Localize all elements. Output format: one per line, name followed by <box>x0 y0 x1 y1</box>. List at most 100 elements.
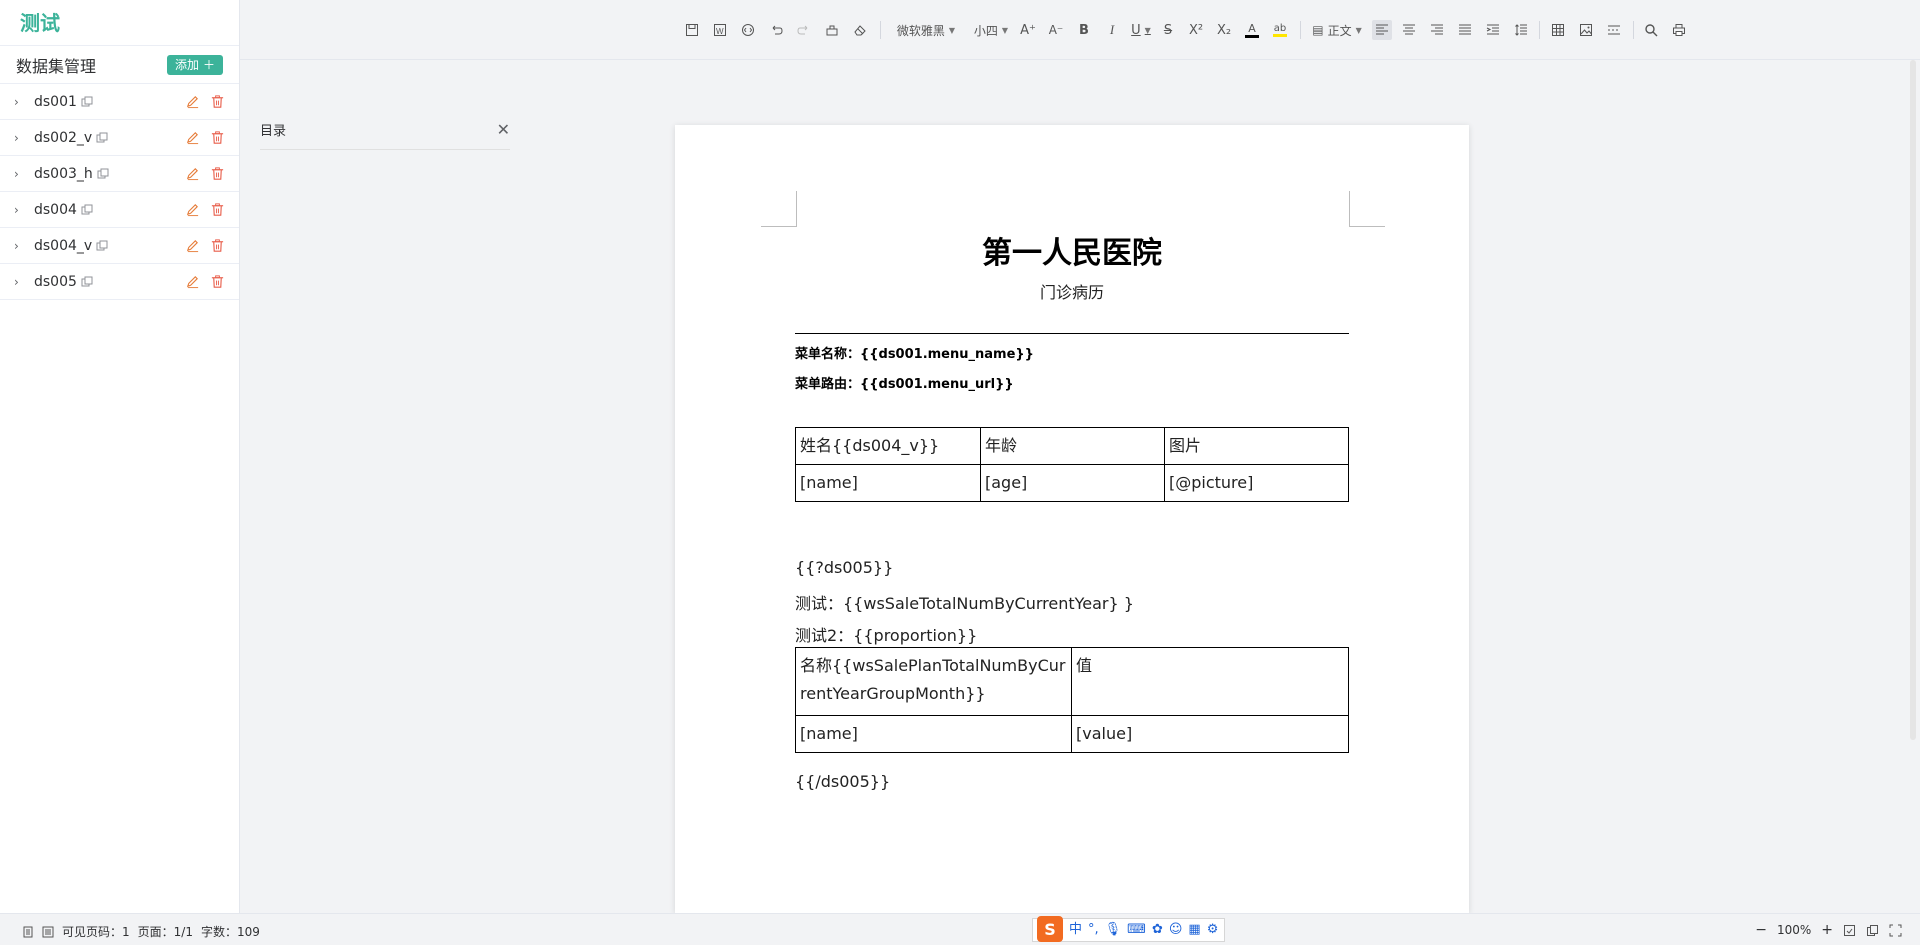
skin-icon[interactable]: ✿ <box>1152 922 1163 938</box>
dataset-item[interactable]: › ds004 <box>0 192 239 228</box>
edit-icon[interactable] <box>185 94 200 109</box>
indent-icon[interactable] <box>1484 20 1502 40</box>
search-icon[interactable] <box>1642 20 1660 40</box>
test-line[interactable]: 测试：{{wsSaleTotalNumByCurrentYear} } <box>795 590 1134 614</box>
table-cell[interactable]: 图片 <box>1164 427 1349 465</box>
table-cell[interactable]: 名称{{wsSalePlanTotalNumByCurrentYearGroup… <box>795 647 1072 716</box>
table-icon[interactable] <box>1549 20 1567 40</box>
sogou-logo-icon[interactable]: S <box>1037 916 1063 942</box>
table-cell[interactable]: 值 <box>1071 647 1349 716</box>
image-icon[interactable] <box>1577 20 1595 40</box>
document-title[interactable]: 第一人民医院 <box>675 228 1469 272</box>
delete-icon[interactable] <box>210 94 225 109</box>
copy-icon[interactable] <box>96 240 108 252</box>
ime-toolbar[interactable]: S 中 °, 🎙 ⌨ ✿ ☺ ▦ ⚙ <box>1032 916 1226 942</box>
chevron-right-icon[interactable]: › <box>14 275 28 289</box>
redo-icon[interactable] <box>795 20 813 40</box>
edit-icon[interactable] <box>185 130 200 145</box>
copy-icon[interactable] <box>81 204 93 216</box>
edit-icon[interactable] <box>185 238 200 253</box>
fit-page-icon[interactable] <box>1843 924 1856 937</box>
underline-icon[interactable]: U ▼ <box>1128 20 1154 40</box>
bold-icon[interactable]: B <box>1075 20 1093 40</box>
microphone-icon[interactable]: 🎙 <box>1105 922 1122 938</box>
separator-icon[interactable] <box>1605 20 1623 40</box>
paragraph-style-select[interactable]: ▤ 正文 ▼ <box>1309 20 1365 40</box>
copy-icon[interactable] <box>81 96 93 108</box>
justify-icon[interactable] <box>1456 20 1474 40</box>
ime-mode[interactable]: 中 <box>1069 922 1082 938</box>
ds005-close-tag[interactable]: {{/ds005}} <box>795 772 890 791</box>
dataset-item[interactable]: › ds003_h <box>0 156 239 192</box>
catalog-toggle-icon[interactable] <box>42 926 54 938</box>
highlight-icon[interactable]: ab <box>1271 20 1289 40</box>
subscript-icon[interactable]: X₂ <box>1215 20 1233 40</box>
page-mode-icon[interactable] <box>22 926 34 938</box>
save-icon[interactable] <box>683 20 701 40</box>
font-family-select[interactable]: 微软雅黑 ▼ <box>891 20 961 40</box>
vertical-scrollbar[interactable] <box>1908 60 1918 740</box>
copy-icon[interactable] <box>96 132 108 144</box>
format-painter-icon[interactable] <box>823 20 841 40</box>
dataset-item[interactable]: › ds005 <box>0 264 239 300</box>
table-cell[interactable]: [name] <box>795 464 981 502</box>
menu-url-line[interactable]: 菜单路由：{{ds001.menu_url}} <box>795 373 1014 392</box>
keyboard-icon[interactable]: ⌨ <box>1127 922 1146 938</box>
edit-icon[interactable] <box>185 202 200 217</box>
copy-icon[interactable] <box>81 276 93 288</box>
line-spacing-icon[interactable] <box>1512 20 1530 40</box>
assistant-icon[interactable]: ☺ <box>1169 922 1183 938</box>
chevron-right-icon[interactable]: › <box>14 95 28 109</box>
chevron-right-icon[interactable]: › <box>14 203 28 217</box>
delete-icon[interactable] <box>210 274 225 289</box>
fullscreen-icon[interactable] <box>1889 924 1902 937</box>
eraser-icon[interactable] <box>851 20 869 40</box>
table-cell[interactable]: [name] <box>795 715 1072 753</box>
increase-font-icon[interactable]: A⁺ <box>1019 20 1037 40</box>
dataset-item[interactable]: › ds001 <box>0 84 239 120</box>
ds005-open-tag[interactable]: {{?ds005}} <box>795 558 893 577</box>
export-word-icon[interactable]: W <box>711 20 729 40</box>
delete-icon[interactable] <box>210 130 225 145</box>
document-subtitle[interactable]: 门诊病历 <box>675 279 1469 303</box>
edit-icon[interactable] <box>185 166 200 181</box>
superscript-icon[interactable]: X² <box>1187 20 1205 40</box>
dataset-item[interactable]: › ds002_v <box>0 120 239 156</box>
align-left-icon[interactable] <box>1372 20 1392 40</box>
close-icon[interactable]: ✕ <box>497 120 510 139</box>
align-right-icon[interactable] <box>1428 20 1446 40</box>
scrollbar-thumb[interactable] <box>1910 60 1916 740</box>
decrease-font-icon[interactable]: A⁻ <box>1047 20 1065 40</box>
table-cell[interactable]: 姓名{{ds004_v}} <box>795 427 981 465</box>
menu-name-line[interactable]: 菜单名称：{{ds001.menu_name}} <box>795 343 1034 362</box>
chevron-right-icon[interactable]: › <box>14 167 28 181</box>
edit-icon[interactable] <box>185 274 200 289</box>
zoom-out-icon[interactable]: − <box>1755 922 1767 938</box>
apps-icon[interactable]: ▦ <box>1188 922 1200 938</box>
chevron-right-icon[interactable]: › <box>14 239 28 253</box>
table-cell[interactable]: [value] <box>1071 715 1349 753</box>
test2-line[interactable]: 测试2：{{proportion}} <box>795 622 977 646</box>
copy-icon[interactable] <box>97 168 109 180</box>
settings-icon[interactable]: ⚙ <box>1207 922 1219 938</box>
font-size-select[interactable]: 小四 ▼ <box>971 20 1011 40</box>
delete-icon[interactable] <box>210 166 225 181</box>
multi-page-icon[interactable] <box>1866 924 1879 937</box>
delete-icon[interactable] <box>210 238 225 253</box>
punctuation-icon[interactable]: °, <box>1088 922 1099 938</box>
table-cell[interactable]: [@picture] <box>1164 464 1349 502</box>
table-cell[interactable]: [age] <box>980 464 1165 502</box>
document-page[interactable]: 第一人民医院 门诊病历 菜单名称：{{ds001.menu_name}} 菜单路… <box>675 125 1469 913</box>
ds004-table[interactable]: 姓名{{ds004_v}} 年龄 图片 [name] [age] [@pictu… <box>795 427 1349 502</box>
table-cell[interactable]: 年龄 <box>980 427 1165 465</box>
dataset-item[interactable]: › ds004_v <box>0 228 239 264</box>
zoom-in-icon[interactable]: + <box>1821 922 1833 938</box>
delete-icon[interactable] <box>210 202 225 217</box>
chevron-right-icon[interactable]: › <box>14 131 28 145</box>
font-color-icon[interactable]: A <box>1243 20 1261 40</box>
code-icon[interactable] <box>739 20 757 40</box>
italic-icon[interactable]: I <box>1103 20 1121 40</box>
ds005-table[interactable]: 名称{{wsSalePlanTotalNumByCurrentYearGroup… <box>795 647 1349 753</box>
undo-icon[interactable] <box>767 20 785 40</box>
strikethrough-icon[interactable]: S <box>1159 20 1177 40</box>
